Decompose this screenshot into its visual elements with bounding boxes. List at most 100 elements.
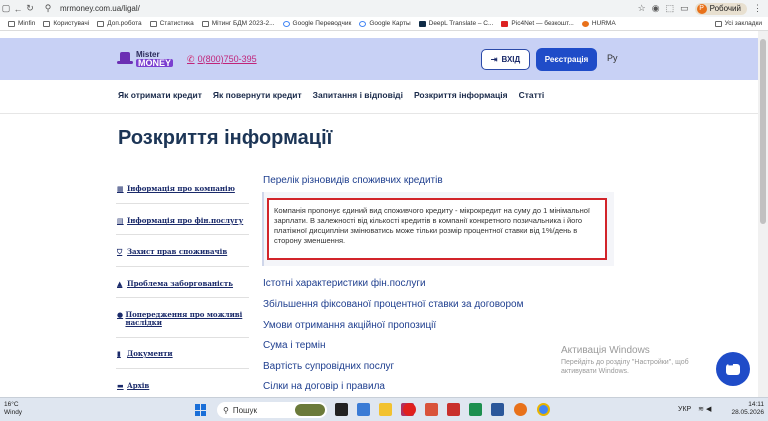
- word-icon[interactable]: [491, 403, 504, 416]
- windows-start-icon[interactable]: [195, 404, 207, 416]
- login-icon: ⇥: [490, 55, 498, 64]
- activation-subtitle: Перейдіть до розділу "Настройки", щоб ак…: [561, 359, 689, 375]
- site-logo[interactable]: Mister MONEY: [117, 51, 174, 68]
- link-fixed-rate-increase[interactable]: Збільшення фіксованої процентної ставки …: [263, 299, 523, 310]
- pic4net-icon: [501, 20, 509, 27]
- profile-button[interactable]: Р Робочий: [694, 2, 747, 15]
- wifi-icon[interactable]: ≋: [698, 406, 704, 413]
- link-service-characteristics[interactable]: Істотні характеристики фін.послуги: [263, 278, 426, 289]
- bookmark-label: Статистика: [159, 20, 194, 27]
- windows-taskbar: 16°C Windy ⚲ Пошук УКР ≋ ◀ 14:11 28.05.2…: [0, 397, 768, 421]
- camera-icon[interactable]: ◉: [652, 3, 660, 14]
- bookmark-pic4net[interactable]: Pic4Net — безкошт...: [501, 20, 574, 27]
- excel-icon[interactable]: [469, 403, 482, 416]
- sidebar-item-consumer-protection[interactable]: ⛉ Захист прав споживачів: [117, 248, 251, 256]
- page-title: Розкриття інформації: [118, 127, 333, 149]
- sidebar-item-documents[interactable]: ▮ Документи: [117, 350, 251, 358]
- sidebar-item-service-info[interactable]: ▤ Інформація про фін.послугу: [117, 217, 251, 225]
- sidebar-item-debt-problem[interactable]: ▲ Проблема заборгованість: [117, 280, 251, 288]
- taskbar-search[interactable]: ⚲ Пошук: [217, 402, 327, 418]
- volume-icon[interactable]: ◀: [706, 406, 711, 413]
- language-indicator[interactable]: УКР: [678, 406, 691, 413]
- scrollbar-thumb[interactable]: [760, 39, 766, 224]
- nav-faq[interactable]: Запитання і відповіді: [313, 90, 403, 100]
- weather-widget[interactable]: 16°C Windy: [4, 401, 22, 417]
- folder-icon: [149, 20, 157, 27]
- bookmark-minfin[interactable]: Minfin: [8, 20, 35, 27]
- register-button[interactable]: Реєстрація: [536, 48, 597, 71]
- bookmark-meeting[interactable]: Мітинг БДМ 2023-2...: [201, 20, 275, 27]
- site-info-icon[interactable]: ⚲: [42, 3, 54, 14]
- shield-icon: ⛉: [117, 247, 123, 256]
- sidebar-item-warnings[interactable]: ● Попередження про можливі наслідки: [117, 311, 251, 327]
- bookmark-star-icon[interactable]: ☆: [638, 3, 646, 14]
- link-contract-rules[interactable]: Сілки на договір і правила: [263, 381, 385, 392]
- google-maps-icon: [359, 20, 367, 27]
- sidebar-item-archive[interactable]: ▬ Архів: [117, 382, 251, 390]
- pdf-icon[interactable]: [447, 403, 460, 416]
- sidebar-divider: [116, 234, 249, 235]
- folder-icon: [714, 20, 722, 27]
- weather-desc: Windy: [4, 409, 23, 416]
- hat-logo-icon: [117, 52, 133, 66]
- firefox-icon[interactable]: [514, 403, 527, 416]
- panel-accent-bar: [262, 192, 264, 266]
- menu-icon[interactable]: ⋮: [753, 3, 762, 14]
- bookmark-google-maps[interactable]: Google Карты: [359, 20, 411, 27]
- task-view-icon[interactable]: [335, 403, 348, 416]
- page-scrollbar[interactable]: [758, 31, 768, 397]
- all-bookmarks[interactable]: Усі закладки: [714, 20, 762, 27]
- nav-how-to-repay[interactable]: Як повернути кредит: [213, 90, 302, 100]
- bookmark-google-translate[interactable]: Google Переводчик: [282, 20, 351, 27]
- url-field[interactable]: mrmoney.com.ua/ligal/: [60, 4, 638, 13]
- chat-button[interactable]: [716, 352, 750, 386]
- link-promo-conditions[interactable]: Умови отримання акційної пропозиції: [263, 320, 436, 331]
- nav-disclosure[interactable]: Розкриття інформація: [414, 90, 508, 100]
- folder-icon: [43, 20, 51, 27]
- sidebar-item-label: Проблема заборгованість: [127, 279, 234, 288]
- windows-activation-watermark: Активація Windows Перейдіть до розділу "…: [561, 345, 721, 376]
- sidebar-divider: [116, 266, 249, 267]
- bookmark-hurma[interactable]: HURMA: [581, 20, 616, 27]
- section-credit-types[interactable]: Перелік різновидів споживчих кредитів: [263, 175, 443, 186]
- link-amount-term[interactable]: Сума і термін: [263, 340, 326, 351]
- folder-icon: [97, 20, 105, 27]
- file-explorer-icon[interactable]: [379, 403, 392, 416]
- widgets-icon[interactable]: [357, 403, 370, 416]
- extensions-icon[interactable]: ⬚: [666, 3, 675, 14]
- weather-temp: 16°C: [4, 401, 19, 408]
- file-icon: ▮: [117, 349, 121, 358]
- clock[interactable]: 14:11 28.05.2026: [728, 401, 764, 417]
- search-icon: ⚲: [223, 405, 229, 415]
- chrome-icon[interactable]: [537, 403, 550, 416]
- bookmark-statistics[interactable]: Статистика: [149, 20, 194, 27]
- bookmark-users[interactable]: Користувачі: [43, 20, 89, 27]
- bookmark-extra-work[interactable]: Доп.робота: [97, 20, 142, 27]
- nav-how-to-get-credit[interactable]: Як отримати кредит: [118, 90, 202, 100]
- sidebar-item-company-info[interactable]: ▦ Інформація про компанію: [117, 185, 251, 193]
- opera-icon[interactable]: [403, 403, 416, 416]
- reload-icon[interactable]: ↻: [24, 3, 36, 14]
- powerpoint-icon[interactable]: [425, 403, 438, 416]
- search-placeholder: Пошук: [232, 405, 257, 415]
- phone-link[interactable]: ✆ 0(800)750-395: [187, 54, 257, 65]
- link-related-services-cost[interactable]: Вартість супровідних послуг: [263, 361, 394, 372]
- login-button[interactable]: ⇥ ВХІД: [481, 49, 530, 70]
- sidepanel-icon[interactable]: ▭: [680, 3, 689, 14]
- language-switch[interactable]: Ру: [607, 53, 618, 63]
- document-icon: ▤: [117, 216, 124, 225]
- building-icon: ▦: [117, 184, 124, 193]
- bookmark-label: Minfin: [18, 20, 36, 27]
- system-tray[interactable]: УКР ≋ ◀: [678, 405, 711, 413]
- search-highlight-image: [295, 404, 325, 416]
- back-icon[interactable]: ←: [12, 4, 24, 14]
- google-translate-icon: [282, 20, 290, 27]
- tab-menu-icon[interactable]: ▢: [0, 3, 12, 14]
- bookmark-deepl[interactable]: DeepL Translate – С...: [418, 20, 493, 27]
- nav-articles[interactable]: Статті: [519, 90, 545, 100]
- archive-icon: ▬: [117, 381, 124, 390]
- sidebar-item-label: Захист прав споживачів: [127, 247, 228, 256]
- bookmarks-bar: Minfin Користувачі Доп.робота Статистика…: [0, 17, 768, 31]
- login-label: ВХІД: [501, 55, 521, 64]
- date: 28.05.2026: [731, 409, 764, 416]
